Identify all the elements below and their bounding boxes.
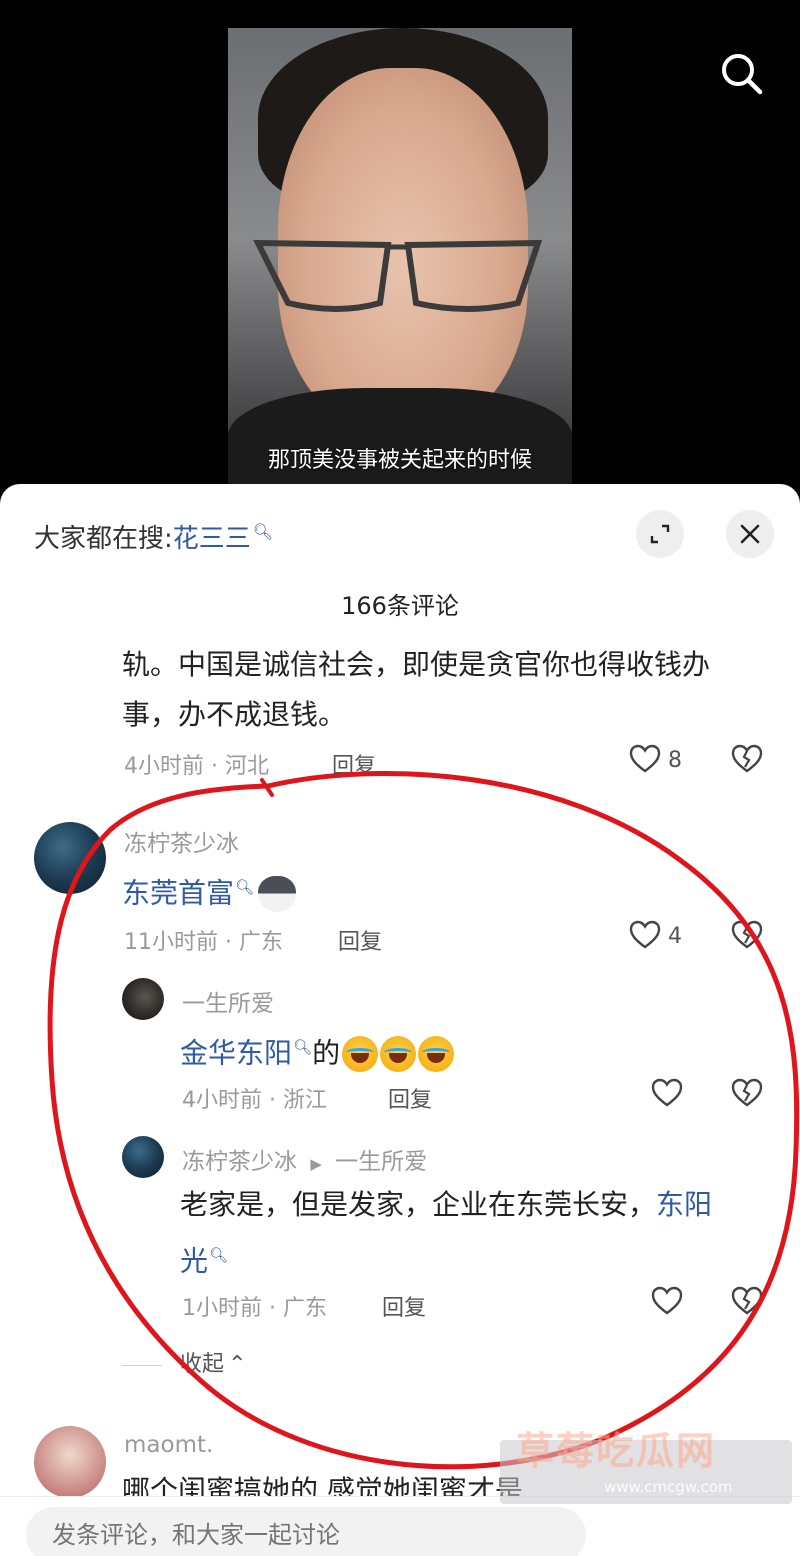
comment-text-line: 轨。中国是诚信社会，即使是贪官你也得收钱办	[122, 648, 711, 681]
avatar[interactable]	[122, 978, 164, 1020]
search-icon[interactable]	[716, 48, 768, 100]
search-mini-icon: 🔍︎	[252, 522, 274, 542]
comment-sheet: 大家都在搜:花三三 🔍︎ 166条评论 轨。中国是诚信社会，即使是贪官你也得收钱办…	[0, 484, 800, 1556]
dislike-broken-heart-icon[interactable]	[730, 1076, 770, 1116]
reply-text-line: 老家是，但是发家，企业在东莞长安，东阳	[180, 1178, 712, 1232]
video-subtitle: 那顶美没事被关起来的时候	[267, 448, 532, 473]
reply-text-line: 光🔍︎	[180, 1228, 228, 1288]
dislike-broken-heart-icon[interactable]	[730, 918, 770, 958]
comment-username[interactable]: 冻柠茶少冰	[124, 824, 239, 858]
expand-icon	[650, 524, 670, 544]
comment-meta: 1小时前 · 广东	[182, 1296, 327, 1321]
reply-target-user[interactable]: 一生所爱	[335, 1149, 427, 1175]
search-suggestion-prefix: 大家都在搜:	[34, 524, 173, 554]
collapse-divider	[122, 1364, 162, 1366]
comment-meta: 4小时前 · 河北	[124, 754, 269, 779]
reply-text-plain: 老家是，但是发家，企业在东莞长安，	[180, 1188, 657, 1221]
dislike-broken-heart-icon[interactable]	[730, 742, 770, 782]
like-count: 4	[668, 924, 682, 949]
reply-button[interactable]: 回复	[382, 1290, 426, 1322]
like-heart-icon[interactable]	[628, 918, 668, 958]
reply-text-suffix: 的	[312, 1036, 341, 1070]
reply-author[interactable]: 冻柠茶少冰	[182, 1149, 297, 1175]
video-frame[interactable]	[228, 28, 572, 498]
reply-button[interactable]: 回复	[338, 924, 382, 956]
comment-meta: 11小时前 · 广东	[124, 930, 283, 955]
expand-button[interactable]	[636, 510, 684, 558]
collapse-replies-button[interactable]: 收起 ⌃	[122, 1346, 246, 1378]
avatar[interactable]	[34, 822, 106, 894]
laugh-cry-emoji-icon	[342, 1036, 379, 1073]
comment-username[interactable]: maomt.	[124, 1432, 213, 1458]
like-count: 8	[668, 748, 682, 773]
laugh-cry-emoji-icon	[380, 1036, 417, 1073]
like-heart-icon[interactable]	[628, 742, 668, 782]
watermark-url: www.cmcgw.com	[604, 1478, 733, 1496]
reply-button[interactable]: 回复	[332, 748, 376, 780]
comment-count: 166条评论	[341, 592, 459, 620]
search-suggestion-keyword[interactable]: 花三三	[173, 524, 251, 554]
dislike-broken-heart-icon[interactable]	[730, 1284, 770, 1324]
reply-username: 冻柠茶少冰 ▶ 一生所爱	[182, 1142, 427, 1176]
search-keyword-link[interactable]: 东莞首富	[122, 876, 234, 909]
close-button[interactable]	[726, 510, 774, 558]
search-mini-icon: 🔍︎	[235, 878, 255, 896]
reply-username[interactable]: 一生所爱	[182, 984, 274, 1018]
chevron-up-icon: ⌃	[228, 1352, 247, 1377]
search-keyword-link[interactable]: 金华东阳	[180, 1036, 292, 1069]
comment-input-bar	[0, 1496, 800, 1556]
comment-input[interactable]	[26, 1507, 586, 1556]
search-keyword-link-part1[interactable]: 东阳	[656, 1188, 712, 1221]
search-suggestion: 大家都在搜:花三三 🔍︎	[34, 518, 273, 555]
laugh-cry-emoji-icon	[418, 1036, 455, 1073]
like-heart-icon[interactable]	[650, 1076, 690, 1116]
watermark-logo: 草莓吃瓜网	[516, 1429, 717, 1473]
search-mini-icon: 🔍︎	[209, 1246, 229, 1264]
comment-text: 东莞首富🔍︎	[122, 860, 297, 920]
video-shirt	[228, 388, 572, 498]
reply-text: 金华东阳🔍︎的	[180, 1020, 455, 1080]
avatar[interactable]	[122, 1136, 164, 1178]
close-icon	[740, 524, 760, 544]
reply-arrow-icon: ▶	[310, 1155, 322, 1173]
reply-button[interactable]: 回复	[388, 1082, 432, 1114]
comment-meta: 4小时前 · 浙江	[182, 1088, 327, 1113]
avatar[interactable]	[34, 1426, 106, 1498]
video-area[interactable]: 那顶美没事被关起来的时候	[0, 0, 800, 520]
comment-text-line: 事，办不成退钱。	[122, 698, 347, 731]
video-glasses	[253, 239, 543, 312]
collapse-label: 收起	[180, 1352, 225, 1377]
search-mini-icon: 🔍︎	[293, 1038, 313, 1056]
search-keyword-link-part2[interactable]: 光	[180, 1244, 208, 1277]
like-heart-icon[interactable]	[650, 1284, 690, 1324]
husky-emoji-icon	[258, 876, 297, 913]
